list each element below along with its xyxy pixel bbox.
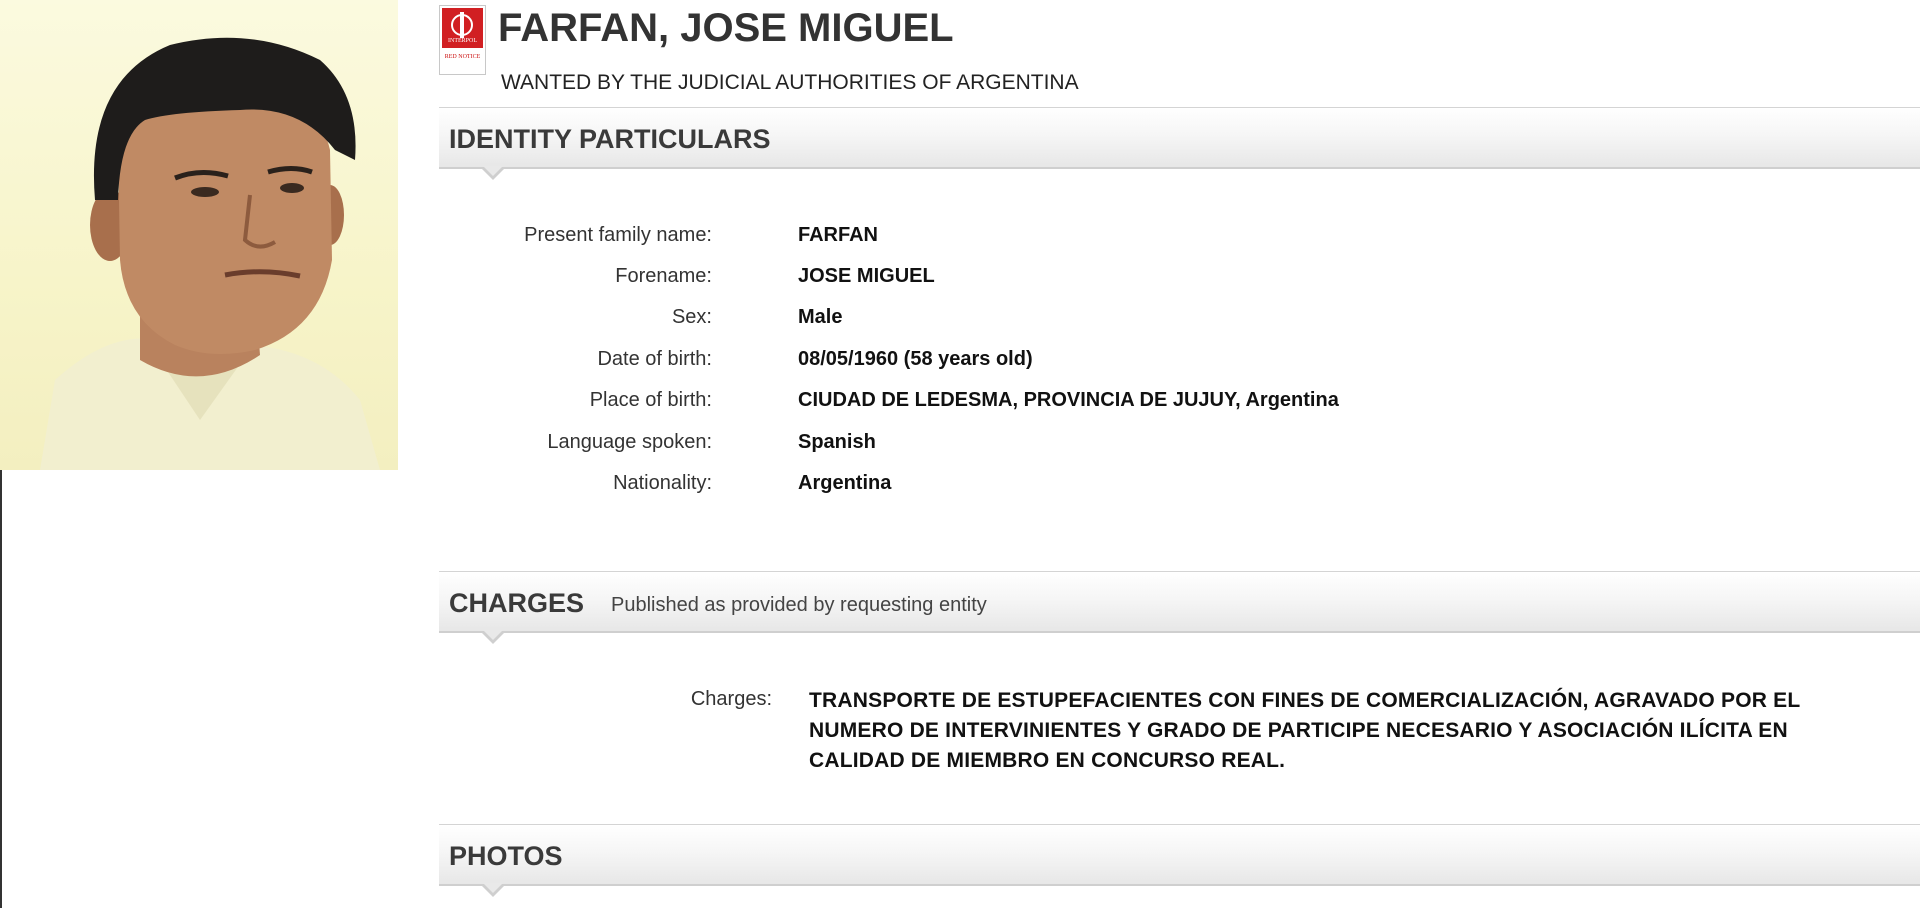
field-label: Date of birth: — [597, 348, 712, 370]
section-pointer-icon — [481, 630, 505, 644]
field-label: Language spoken: — [547, 431, 712, 453]
field-value: Male — [798, 306, 843, 328]
field-label: Place of birth: — [589, 389, 712, 411]
field-label: Present family name: — [524, 224, 712, 246]
identity-row: Forename: JOSE MIGUEL — [439, 263, 1920, 304]
identity-particulars-header: IDENTITY PARTICULARS — [439, 107, 1920, 180]
field-value: Argentina — [798, 472, 892, 494]
charges-text: TRANSPORTE DE ESTUPEFACIENTES CON FINES … — [809, 689, 1800, 772]
charges-label: Charges: — [690, 688, 772, 710]
field-value: CIUDAD DE LEDESMA, PROVINCIA DE JUJUY, A… — [798, 389, 1339, 411]
identity-row: Date of birth: 08/05/1960 (58 years old) — [439, 346, 1920, 387]
identity-row: Nationality: Argentina — [439, 470, 1920, 511]
section-title: CHARGES — [449, 588, 585, 618]
section-title: PHOTOS — [449, 841, 563, 871]
field-value: 08/05/1960 (58 years old) — [798, 348, 1033, 370]
identity-row: Sex: Male — [439, 304, 1920, 345]
charges-header: CHARGES Published as provided by request… — [439, 571, 1920, 644]
identity-row: Language spoken: Spanish — [439, 429, 1920, 470]
identity-row: Place of birth: CIUDAD DE LEDESMA, PROVI… — [439, 387, 1920, 428]
section-pointer-icon — [481, 883, 505, 897]
section-pointer-icon — [481, 166, 505, 180]
field-label: Sex: — [671, 306, 712, 328]
field-value: JOSE MIGUEL — [798, 265, 935, 287]
identity-row: Present family name: FARFAN — [439, 222, 1920, 263]
portrait-image — [40, 37, 380, 470]
section-title: IDENTITY PARTICULARS — [449, 124, 771, 154]
wanted-by-subtitle: WANTED BY THE JUDICIAL AUTHORITIES OF AR… — [501, 71, 1079, 94]
interpol-seal-icon — [451, 12, 473, 38]
photos-header: PHOTOS — [439, 824, 1920, 897]
field-label: Forename: — [615, 265, 712, 287]
field-value: FARFAN — [798, 224, 878, 246]
field-label: Nationality: — [613, 472, 712, 494]
logo-text: INTERPOL — [448, 38, 477, 44]
charges-note: Published as provided by requesting enti… — [611, 594, 987, 616]
field-value: Spanish — [798, 431, 876, 453]
logo-subtext: RED NOTICE — [444, 54, 481, 60]
person-photo[interactable] — [0, 0, 398, 470]
interpol-red-notice-logo: INTERPOL RED NOTICE — [439, 5, 486, 75]
person-name-title: FARFAN, JOSE MIGUEL — [498, 6, 954, 50]
